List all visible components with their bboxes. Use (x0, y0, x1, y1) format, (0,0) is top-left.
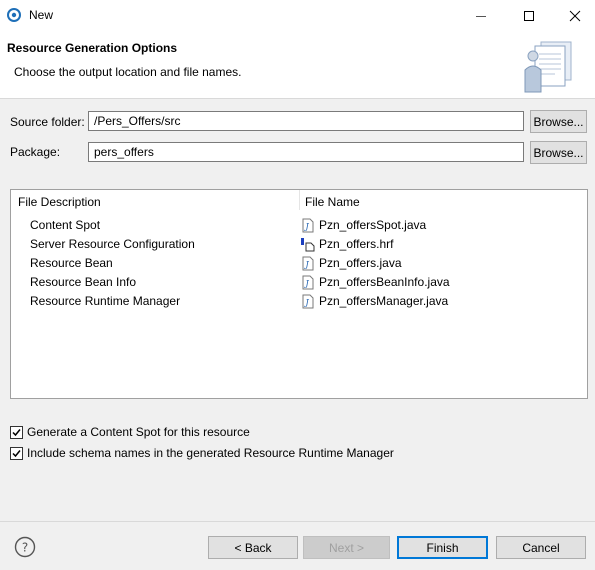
maximize-button[interactable] (506, 0, 552, 31)
close-icon (569, 10, 581, 21)
column-divider (299, 190, 300, 210)
table-row[interactable]: Content Spot J Pzn_offersSpot.java (11, 216, 587, 235)
java-file-icon: J (302, 256, 314, 271)
generate-content-spot-label[interactable]: Generate a Content Spot for this resourc… (27, 425, 250, 439)
svg-text:?: ? (22, 541, 28, 555)
file-description: Resource Bean Info (30, 275, 137, 289)
back-button[interactable]: < Back (208, 536, 298, 559)
table-row[interactable]: Resource Bean J Pzn_offers.java (11, 254, 587, 273)
checkmark-icon (12, 450, 21, 458)
java-file-icon: J (302, 294, 314, 309)
next-button[interactable]: Next > (303, 536, 390, 559)
minimize-icon (476, 15, 486, 17)
column-header-file-name[interactable]: File Name (305, 195, 360, 209)
wizard-header: Resource Generation Options Choose the o… (0, 31, 595, 99)
file-name: Pzn_offersManager.java (319, 294, 449, 308)
package-field[interactable]: pers_offers (88, 142, 524, 162)
java-file-icon: J (302, 218, 314, 233)
file-table[interactable]: File Description File Name Content Spot … (10, 189, 588, 399)
generate-content-spot-checkbox[interactable] (10, 426, 23, 439)
file-name: Pzn_offers.java (319, 256, 402, 270)
finish-button[interactable]: Finish (397, 536, 488, 559)
maximize-icon (524, 10, 534, 21)
source-folder-browse-button[interactable]: Browse... (530, 110, 587, 133)
source-folder-label: Source folder: (10, 115, 85, 129)
page-description: Choose the output location and file name… (14, 65, 242, 79)
file-description: Server Resource Configuration (30, 237, 195, 251)
help-icon[interactable]: ? (14, 536, 36, 558)
wizard-banner-icon (524, 41, 572, 93)
file-name: Pzn_offers.hrf (319, 237, 394, 251)
java-file-icon: J (302, 275, 314, 290)
file-name: Pzn_offersBeanInfo.java (319, 275, 450, 289)
file-description: Resource Runtime Manager (30, 294, 181, 308)
include-schema-names-checkbox[interactable] (10, 447, 23, 460)
app-icon (7, 8, 21, 22)
file-name: Pzn_offersSpot.java (319, 218, 427, 232)
table-row[interactable]: Resource Bean Info J Pzn_offersBeanInfo.… (11, 273, 587, 292)
page-title: Resource Generation Options (7, 41, 178, 55)
table-row[interactable]: Resource Runtime Manager J Pzn_offersMan… (11, 292, 587, 311)
file-description: Resource Bean (30, 256, 113, 270)
cancel-button[interactable]: Cancel (496, 536, 586, 559)
package-label: Package: (10, 145, 61, 159)
checkmark-icon (12, 429, 21, 437)
table-row[interactable]: Server Resource Configuration Pzn_offers… (11, 235, 587, 254)
hrf-file-icon (301, 238, 315, 252)
window-title: New (29, 8, 54, 22)
title-bar: New (0, 0, 595, 31)
file-description: Content Spot (30, 218, 101, 232)
package-browse-button[interactable]: Browse... (530, 141, 587, 164)
footer-divider (0, 521, 595, 522)
include-schema-names-label[interactable]: Include schema names in the generated Re… (27, 446, 394, 460)
column-header-file-description[interactable]: File Description (18, 195, 101, 209)
source-folder-field[interactable]: /Pers_Offers/src (88, 111, 524, 131)
minimize-button[interactable] (458, 0, 504, 31)
close-button[interactable] (552, 0, 595, 31)
